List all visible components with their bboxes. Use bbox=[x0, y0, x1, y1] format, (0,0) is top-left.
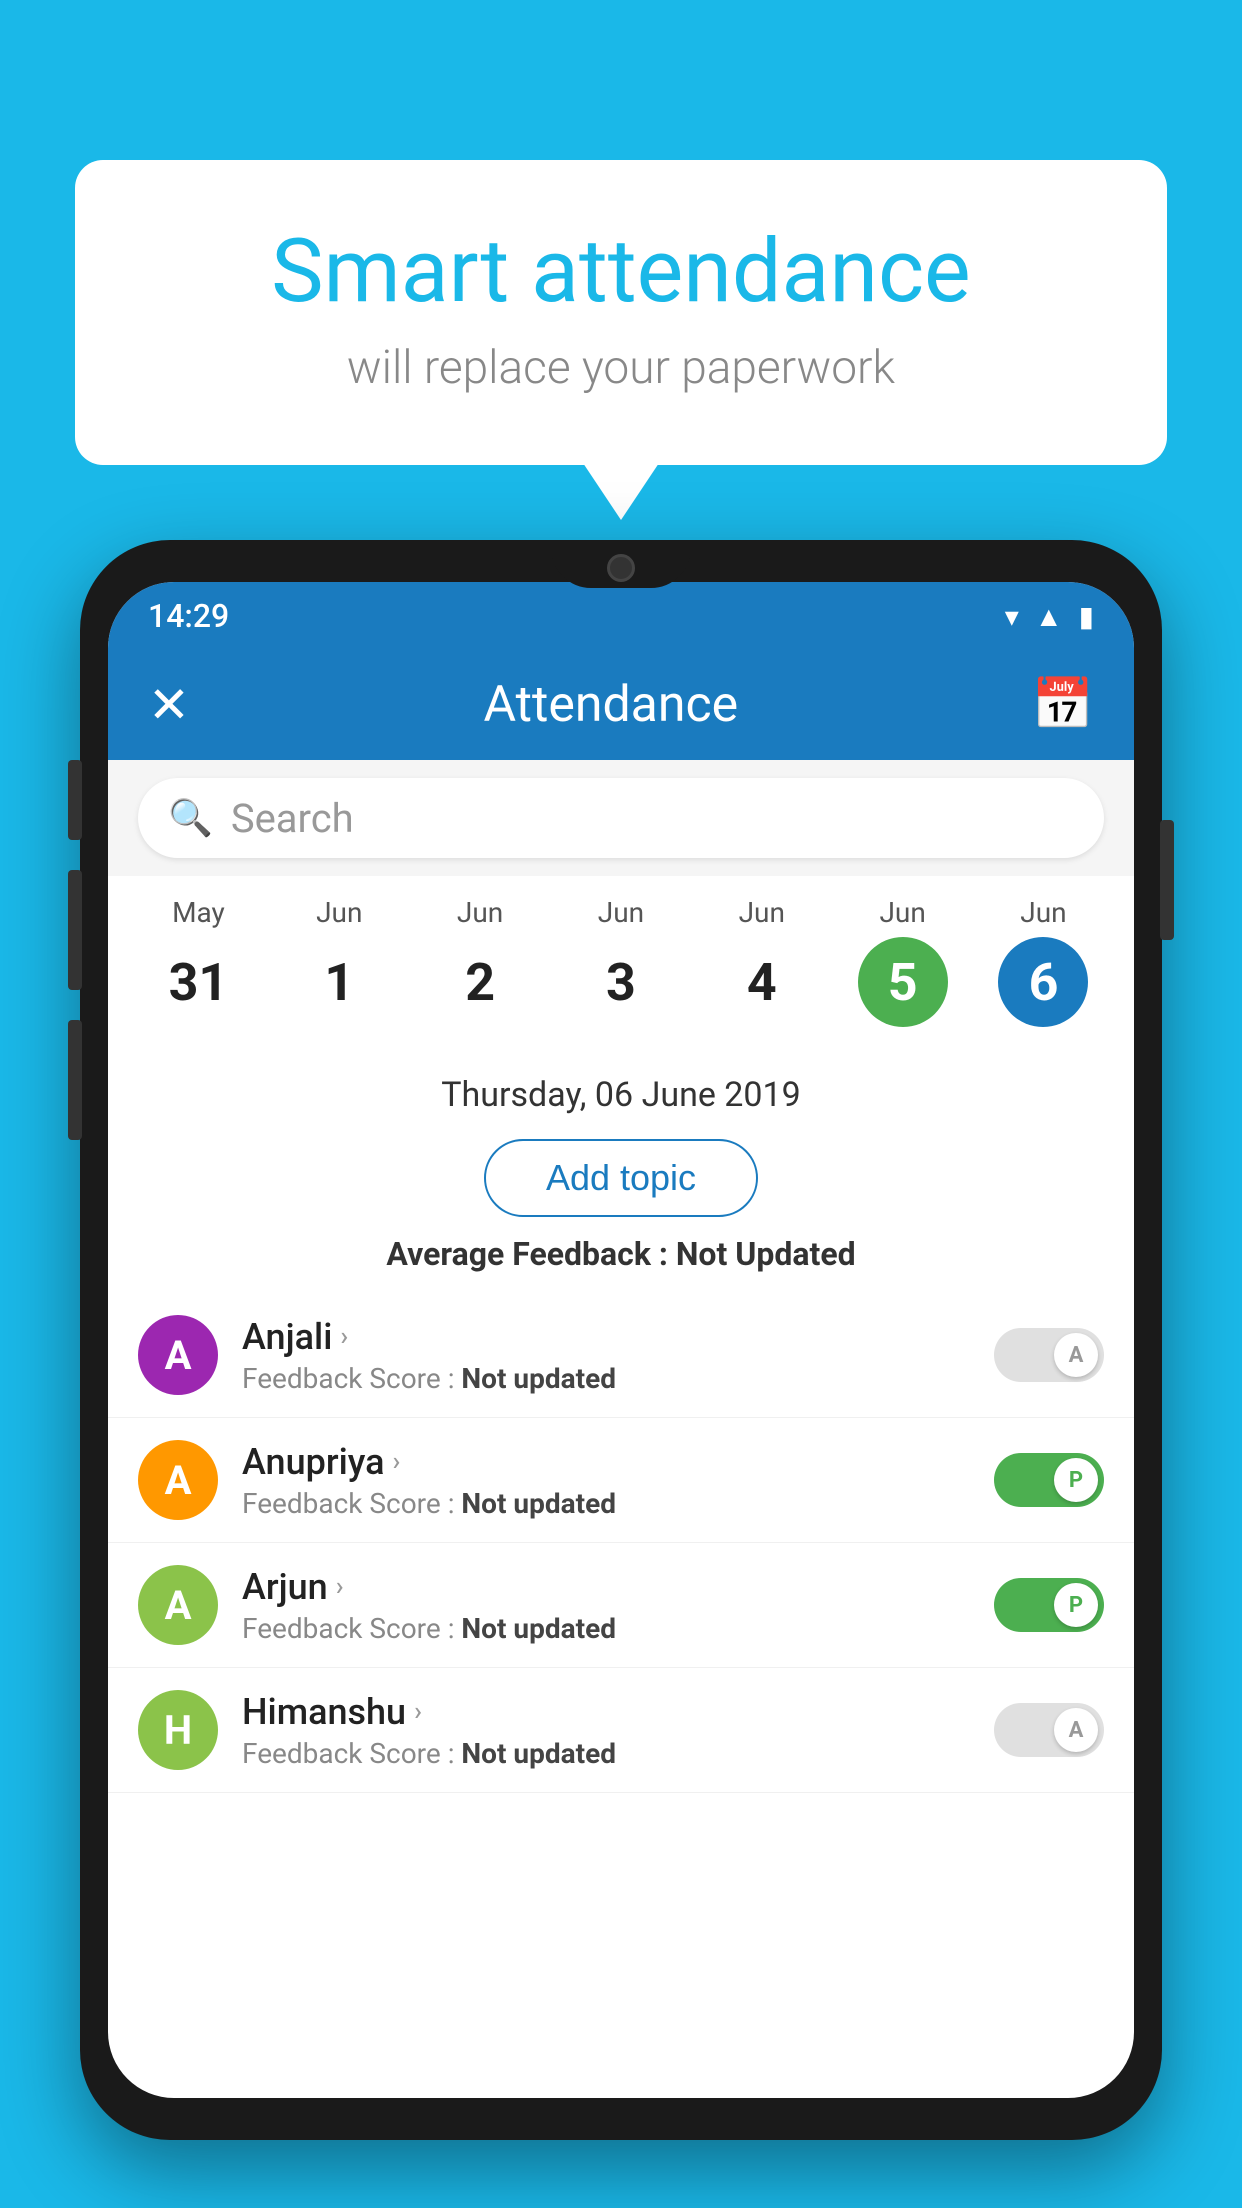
student-info: Arjun › Feedback Score : Not updated bbox=[242, 1566, 970, 1645]
cal-date-number: 6 bbox=[998, 937, 1088, 1027]
toggle-wrapper: P bbox=[994, 1453, 1104, 1507]
search-bar-wrapper: 🔍 Search bbox=[108, 760, 1134, 876]
toggle-wrapper: A bbox=[994, 1703, 1104, 1757]
status-time: 14:29 bbox=[148, 597, 229, 635]
avg-feedback-label: Average Feedback : bbox=[386, 1235, 675, 1273]
add-topic-button[interactable]: Add topic bbox=[484, 1139, 758, 1217]
wifi-icon: ▾ bbox=[1005, 600, 1019, 633]
signal-icon: ▲ bbox=[1035, 600, 1063, 633]
calendar-strip: May 31 Jun 1 Jun 2 Jun 3 Jun 4 Jun 5 Jun 6 bbox=[108, 876, 1134, 1057]
toggle-wrapper: A bbox=[994, 1328, 1104, 1382]
search-bar[interactable]: 🔍 Search bbox=[138, 778, 1104, 858]
silent-button bbox=[68, 760, 82, 840]
cal-date-number: 5 bbox=[858, 937, 948, 1027]
calendar-icon[interactable]: 📅 bbox=[1032, 676, 1094, 734]
calendar-day-4[interactable]: Jun 4 bbox=[717, 896, 807, 1027]
student-avatar: A bbox=[138, 1315, 218, 1395]
add-topic-wrapper: Add topic bbox=[108, 1125, 1134, 1235]
calendar-day-1[interactable]: Jun 1 bbox=[294, 896, 384, 1027]
average-feedback: Average Feedback : Not Updated bbox=[108, 1235, 1134, 1293]
feedback-score: Feedback Score : Not updated bbox=[242, 1612, 970, 1645]
feedback-score: Feedback Score : Not updated bbox=[242, 1362, 970, 1395]
student-name[interactable]: Himanshu › bbox=[242, 1691, 970, 1733]
student-list-item: H Himanshu › Feedback Score : Not updated A bbox=[108, 1668, 1134, 1793]
chevron-icon: › bbox=[340, 1322, 348, 1352]
phone-frame: 14:29 ▾ ▲ ▮ ✕ Attendance 📅 🔍 Search bbox=[80, 540, 1162, 2208]
status-bar: 14:29 ▾ ▲ ▮ bbox=[108, 582, 1134, 650]
search-placeholder: Search bbox=[231, 795, 354, 842]
cal-date-number: 4 bbox=[717, 937, 807, 1027]
attendance-toggle[interactable]: P bbox=[994, 1578, 1104, 1632]
attendance-toggle[interactable]: A bbox=[994, 1328, 1104, 1382]
student-list-item: A Anupriya › Feedback Score : Not updated P bbox=[108, 1418, 1134, 1543]
cal-month-label: Jun bbox=[598, 896, 644, 929]
student-info: Anjali › Feedback Score : Not updated bbox=[242, 1316, 970, 1395]
student-info: Anupriya › Feedback Score : Not updated bbox=[242, 1441, 970, 1520]
app-bar-title: Attendance bbox=[483, 676, 738, 734]
attendance-toggle[interactable]: P bbox=[994, 1453, 1104, 1507]
student-avatar: A bbox=[138, 1565, 218, 1645]
chevron-icon: › bbox=[393, 1447, 401, 1477]
app-subtitle: will replace your paperwork bbox=[155, 341, 1087, 395]
feedback-score: Feedback Score : Not updated bbox=[242, 1737, 970, 1770]
student-avatar: H bbox=[138, 1690, 218, 1770]
student-name[interactable]: Anjali › bbox=[242, 1316, 970, 1358]
cal-month-label: Jun bbox=[879, 896, 925, 929]
student-avatar: A bbox=[138, 1440, 218, 1520]
avg-feedback-value: Not Updated bbox=[676, 1235, 856, 1273]
student-name[interactable]: Anupriya › bbox=[242, 1441, 970, 1483]
toggle-knob: A bbox=[1054, 1333, 1098, 1377]
calendar-day-2[interactable]: Jun 2 bbox=[435, 896, 525, 1027]
speech-bubble: Smart attendance will replace your paper… bbox=[75, 160, 1167, 465]
app-bar: ✕ Attendance 📅 bbox=[108, 650, 1134, 760]
toggle-knob: P bbox=[1054, 1583, 1098, 1627]
phone-notch bbox=[551, 540, 691, 588]
phone-camera bbox=[607, 554, 635, 582]
cal-date-number: 2 bbox=[435, 937, 525, 1027]
student-list-item: A Arjun › Feedback Score : Not updated P bbox=[108, 1543, 1134, 1668]
toggle-knob: P bbox=[1054, 1458, 1098, 1502]
student-list-item: A Anjali › Feedback Score : Not updated A bbox=[108, 1293, 1134, 1418]
power-button bbox=[1160, 820, 1174, 940]
feedback-score: Feedback Score : Not updated bbox=[242, 1487, 970, 1520]
student-info: Himanshu › Feedback Score : Not updated bbox=[242, 1691, 970, 1770]
cal-month-label: Jun bbox=[1020, 896, 1066, 929]
selected-date: Thursday, 06 June 2019 bbox=[108, 1057, 1134, 1125]
chevron-icon: › bbox=[336, 1572, 344, 1602]
cal-month-label: Jun bbox=[457, 896, 503, 929]
cal-month-label: Jun bbox=[739, 896, 785, 929]
calendar-day-6[interactable]: Jun 6 bbox=[998, 896, 1088, 1027]
chevron-icon: › bbox=[414, 1697, 422, 1727]
calendar-day-5[interactable]: Jun 5 bbox=[858, 896, 948, 1027]
cal-month-label: May bbox=[172, 896, 225, 929]
cal-date-number: 1 bbox=[294, 937, 384, 1027]
phone-screen: 14:29 ▾ ▲ ▮ ✕ Attendance 📅 🔍 Search bbox=[108, 582, 1134, 2098]
student-name[interactable]: Arjun › bbox=[242, 1566, 970, 1608]
student-list: AAnjali ›Feedback Score : Not updatedAAA… bbox=[108, 1293, 1134, 1793]
cal-month-label: Jun bbox=[316, 896, 362, 929]
cal-date-number: 31 bbox=[153, 937, 243, 1027]
battery-icon: ▮ bbox=[1079, 600, 1094, 633]
status-icons: ▾ ▲ ▮ bbox=[1005, 600, 1094, 633]
toggle-wrapper: P bbox=[994, 1578, 1104, 1632]
close-button[interactable]: ✕ bbox=[148, 676, 190, 735]
attendance-toggle[interactable]: A bbox=[994, 1703, 1104, 1757]
calendar-day-3[interactable]: Jun 3 bbox=[576, 896, 666, 1027]
calendar-day-31[interactable]: May 31 bbox=[153, 896, 243, 1027]
toggle-knob: A bbox=[1054, 1708, 1098, 1752]
app-title: Smart attendance bbox=[155, 220, 1087, 323]
cal-date-number: 3 bbox=[576, 937, 666, 1027]
search-icon: 🔍 bbox=[168, 797, 213, 839]
volume-down-button bbox=[68, 1020, 82, 1140]
volume-up-button bbox=[68, 870, 82, 990]
